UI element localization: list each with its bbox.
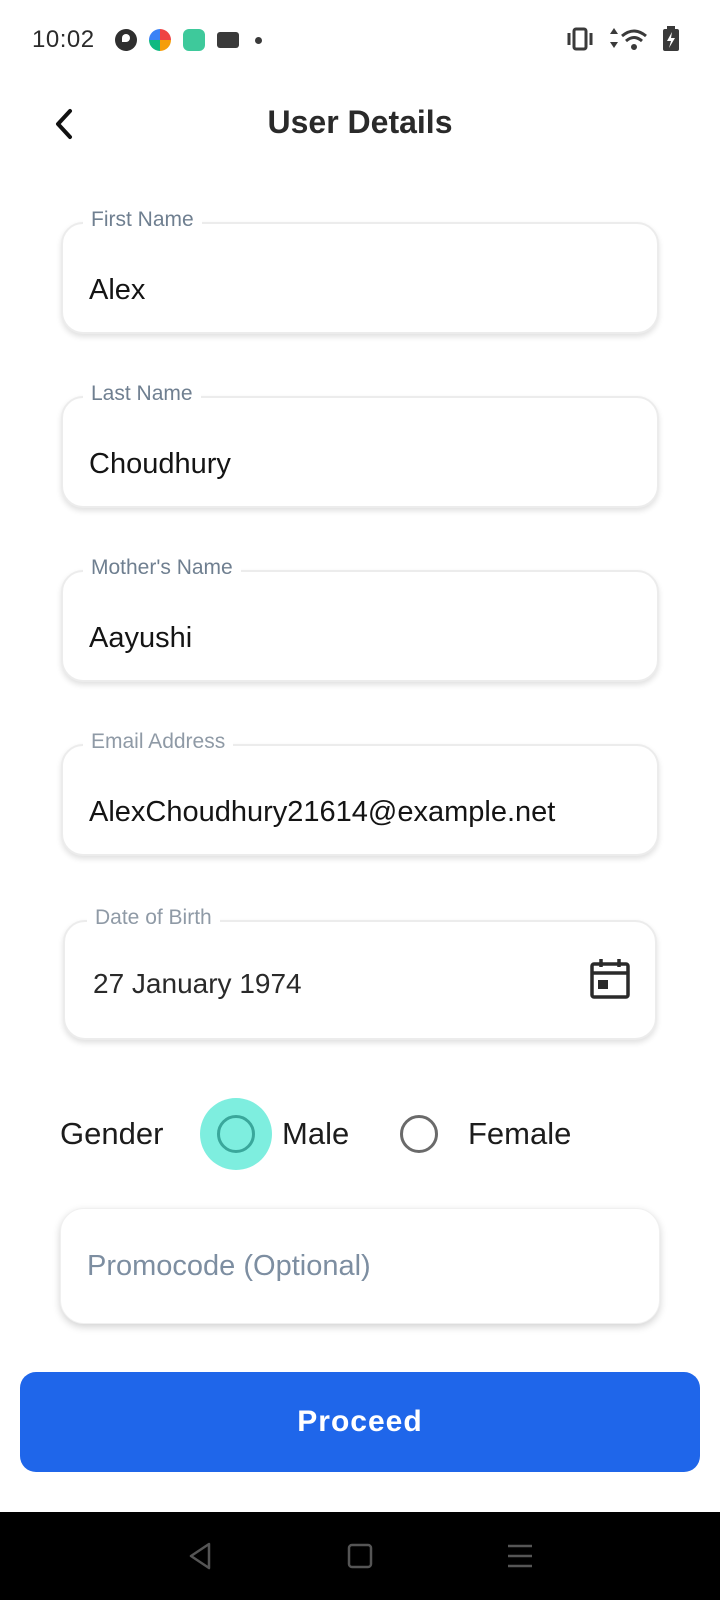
radio-focus-halo: [200, 1098, 272, 1170]
gender-label: Gender: [60, 1116, 164, 1151]
status-time: 10:02: [32, 26, 95, 53]
last-name-field[interactable]: Last Name Choudhury: [61, 382, 659, 508]
triangle-back-icon: [189, 1542, 211, 1570]
last-name-label: Last Name: [83, 382, 201, 406]
date-of-birth-field[interactable]: Date of Birth 27 January 1974: [63, 906, 657, 1040]
calculator-icon: [182, 29, 205, 51]
first-name-value: Alex: [89, 274, 146, 306]
calendar-button[interactable]: [589, 958, 631, 1000]
gender-female-radio[interactable]: Female: [400, 1098, 571, 1170]
mother-name-label: Mother's Name: [83, 556, 241, 580]
first-name-field[interactable]: First Name Alex: [61, 208, 659, 334]
photos-icon: [148, 29, 171, 51]
radio-circle-icon: [400, 1115, 438, 1153]
header: User Details: [0, 90, 720, 160]
more-notifications-dot-icon: [254, 36, 262, 44]
date-of-birth-value: 27 January 1974: [93, 968, 302, 999]
promocode-field: [60, 1208, 660, 1324]
gender-male-radio[interactable]: Male: [200, 1098, 349, 1170]
email-label: Email Address: [83, 730, 234, 754]
mother-name-field[interactable]: Mother's Name Aayushi: [61, 556, 659, 682]
nav-home-button[interactable]: [340, 1536, 380, 1576]
page-title: User Details: [267, 104, 453, 140]
mother-name-value: Aayushi: [89, 622, 193, 654]
nav-recents-button[interactable]: [500, 1536, 540, 1576]
status-bar: 10:02: [0, 0, 720, 80]
proceed-button[interactable]: Proceed: [20, 1372, 700, 1472]
gender-male-label: Male: [282, 1116, 350, 1151]
nav-back-button[interactable]: [180, 1536, 220, 1576]
system-icons: [566, 26, 680, 52]
promocode-input[interactable]: [87, 1239, 627, 1293]
gender-female-label: Female: [468, 1116, 572, 1151]
menu-lines-icon: [508, 1544, 532, 1568]
battery-charging-icon: [663, 26, 679, 51]
vibrate-icon: [567, 27, 593, 51]
email-field[interactable]: Email Address AlexChoudhury21614@example…: [61, 730, 659, 856]
app-p-icon: [114, 29, 137, 51]
navigation-bar: [0, 1512, 720, 1600]
last-name-value: Choudhury: [89, 448, 231, 480]
wifi-icon: [610, 28, 647, 50]
radio-circle-icon: [217, 1115, 255, 1153]
notification-icons: [114, 29, 262, 51]
gender-group: Gender Male Female: [60, 1098, 680, 1170]
news-icon: [216, 32, 239, 48]
email-value: AlexChoudhury21614@example.net: [89, 796, 556, 828]
calendar-icon: [590, 959, 630, 999]
square-home-icon: [347, 1543, 373, 1569]
date-of-birth-label: Date of Birth: [87, 906, 220, 930]
first-name-label: First Name: [83, 208, 202, 232]
